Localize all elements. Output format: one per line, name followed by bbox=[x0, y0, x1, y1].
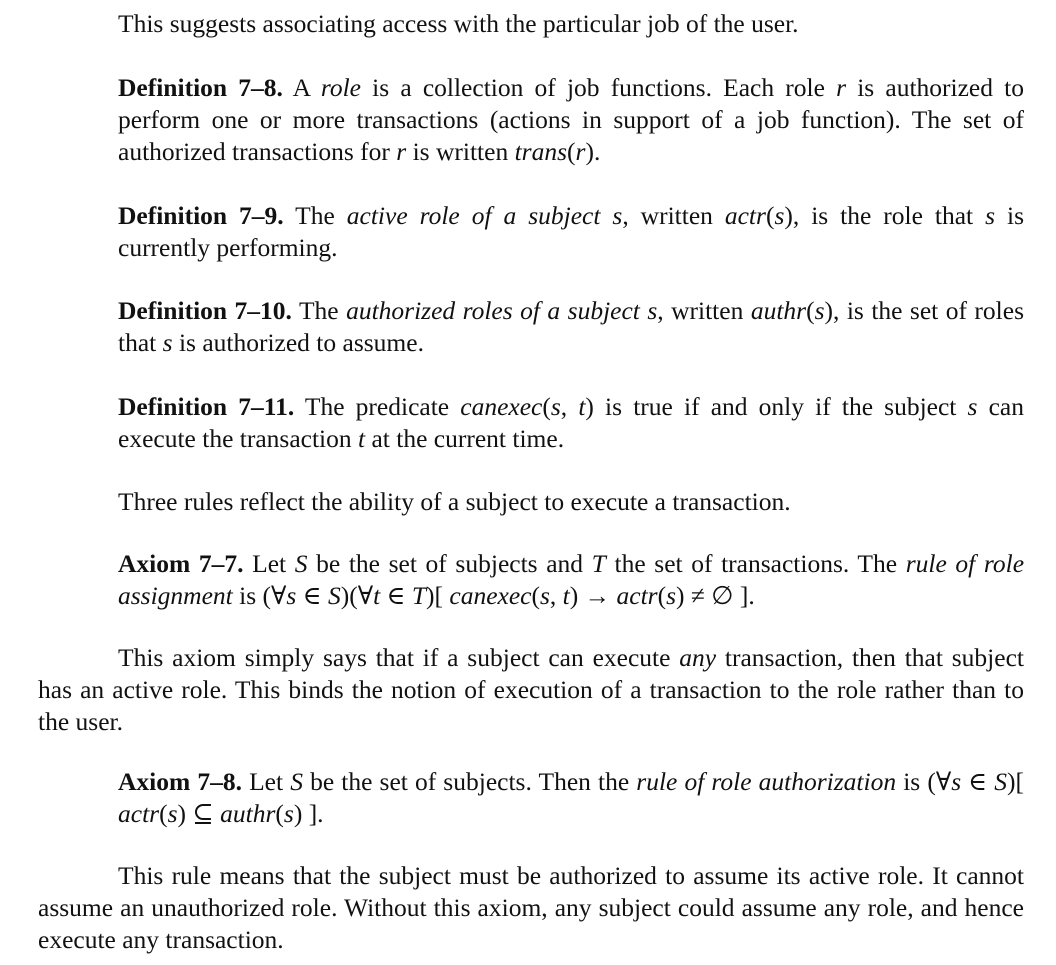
text-fragment: ∈ bbox=[380, 581, 412, 610]
text-fragment: be the set of subjects and bbox=[307, 549, 592, 578]
italic-term: S bbox=[294, 549, 308, 578]
italic-term: s bbox=[985, 201, 996, 230]
definition-label: Definition 7–10. bbox=[118, 296, 292, 325]
definition-label: Definition 7–9. bbox=[118, 201, 284, 230]
text-fragment: ) → bbox=[569, 581, 617, 610]
italic-term: s bbox=[167, 799, 178, 828]
axiom-7-8-explanation: This rule means that the subject must be… bbox=[38, 860, 1024, 956]
definition-7-10: Definition 7–10. The authorized roles of… bbox=[118, 295, 1024, 359]
text-fragment: is a collection of job functions. Each r… bbox=[360, 73, 837, 102]
text-fragment: ( bbox=[159, 799, 168, 828]
definition-7-11: Definition 7–11. The predicate canexec(s… bbox=[118, 391, 1024, 455]
text-fragment: The bbox=[291, 296, 347, 325]
italic-term: any bbox=[679, 643, 717, 672]
axiom-7-8: Axiom 7–8. Let S be the set of subjects.… bbox=[118, 766, 1024, 830]
italic-term: authr bbox=[220, 799, 276, 828]
text-fragment: ( bbox=[275, 799, 284, 828]
text-fragment: This axiom simply says that if a subject… bbox=[118, 643, 680, 672]
intro-paragraph: This suggests associating access with th… bbox=[118, 8, 1024, 40]
text-fragment: ∈ bbox=[296, 581, 328, 610]
text-fragment: , bbox=[549, 581, 563, 610]
text-fragment: , written bbox=[657, 296, 751, 325]
italic-term: s bbox=[283, 799, 294, 828]
text-fragment: )[ bbox=[426, 581, 450, 610]
text-fragment: ( bbox=[531, 581, 540, 610]
axiom-7-8-explanation-text: This rule means that the subject must be… bbox=[38, 861, 1024, 954]
text-fragment: Let bbox=[243, 549, 295, 578]
italic-term: actr bbox=[724, 201, 766, 230]
text-fragment: ( bbox=[657, 581, 667, 610]
axiom-7-7: Axiom 7–7. Let S be the set of subjects … bbox=[118, 548, 1024, 612]
text-fragment: ), is the role that bbox=[784, 201, 986, 230]
italic-term: s bbox=[967, 392, 978, 421]
italic-term: r bbox=[396, 137, 407, 166]
text-fragment: the set of transactions. The bbox=[605, 549, 906, 578]
italic-term: T bbox=[411, 581, 427, 610]
document-page: This suggests associating access with th… bbox=[0, 0, 1056, 965]
text-fragment: be the set of subjects. Then the bbox=[302, 767, 637, 796]
italic-term: S bbox=[327, 581, 341, 610]
italic-term: actr bbox=[118, 799, 160, 828]
text-fragment: ) is true if and only if the subject bbox=[585, 392, 968, 421]
text-fragment: ). bbox=[585, 137, 601, 166]
italic-term: r bbox=[575, 137, 586, 166]
definition-7-8: Definition 7–8. A role is a collection o… bbox=[118, 72, 1024, 168]
axiom-label: Axiom 7–7. bbox=[118, 549, 244, 578]
italic-term: s bbox=[774, 201, 785, 230]
italic-term: s bbox=[162, 328, 173, 357]
text-fragment: ∈ bbox=[961, 767, 995, 796]
italic-term: s bbox=[951, 767, 962, 796]
text-fragment: is authorized to assume. bbox=[172, 328, 424, 357]
italic-term: s bbox=[666, 581, 677, 610]
text-fragment: is written bbox=[406, 137, 515, 166]
three-rules-text: Three rules reflect the ability of a sub… bbox=[118, 487, 791, 516]
axiom-7-7-explanation: This axiom simply says that if a subject… bbox=[38, 642, 1024, 738]
text-fragment: , written bbox=[622, 201, 725, 230]
definition-label: Definition 7–8. bbox=[118, 73, 283, 102]
text-fragment: ) ≠ ∅ ]. bbox=[676, 581, 755, 610]
italic-term: T bbox=[591, 549, 606, 578]
text-fragment: ( bbox=[542, 392, 551, 421]
definition-label: Definition 7–11. bbox=[118, 392, 295, 421]
italic-term: s bbox=[550, 392, 561, 421]
text-fragment: , bbox=[560, 392, 579, 421]
text-fragment: A bbox=[282, 73, 321, 102]
italic-term: s bbox=[539, 581, 550, 610]
text-fragment: )(∀ bbox=[340, 581, 374, 610]
text-fragment: Let bbox=[241, 767, 291, 796]
text-fragment: is (∀ bbox=[232, 581, 287, 610]
italic-term: rule of role authorization bbox=[636, 767, 897, 796]
text-fragment: is (∀ bbox=[896, 767, 952, 796]
italic-term: authorized roles of a subject s bbox=[346, 296, 658, 325]
italic-term: t bbox=[562, 581, 570, 610]
text-fragment: at the current time. bbox=[365, 424, 565, 453]
italic-term: trans bbox=[514, 137, 568, 166]
italic-term: authr bbox=[750, 296, 807, 325]
italic-term: role bbox=[320, 73, 361, 102]
text-fragment: )[ bbox=[1007, 767, 1025, 796]
italic-term: canexec bbox=[460, 392, 543, 421]
italic-term: S bbox=[994, 767, 1008, 796]
three-rules-paragraph: Three rules reflect the ability of a sub… bbox=[118, 486, 1024, 518]
text-fragment: The predicate bbox=[294, 392, 461, 421]
italic-term: S bbox=[290, 767, 303, 796]
text-fragment: ( bbox=[806, 296, 815, 325]
axiom-label: Axiom 7–8. bbox=[118, 767, 242, 796]
italic-term: s bbox=[814, 296, 825, 325]
italic-term: s bbox=[286, 581, 297, 610]
text-fragment: The bbox=[283, 201, 347, 230]
italic-term: actr bbox=[616, 581, 658, 610]
text-fragment: ( bbox=[567, 137, 576, 166]
intro-text: This suggests associating access with th… bbox=[118, 9, 799, 38]
text-fragment: ) ⊆ bbox=[177, 799, 221, 828]
italic-term: canexec bbox=[449, 581, 532, 610]
italic-term: active role of a subject s bbox=[346, 201, 623, 230]
definition-7-9: Definition 7–9. The active role of a sub… bbox=[118, 200, 1024, 264]
text-fragment: ) ]. bbox=[293, 799, 324, 828]
italic-term: r bbox=[836, 73, 847, 102]
